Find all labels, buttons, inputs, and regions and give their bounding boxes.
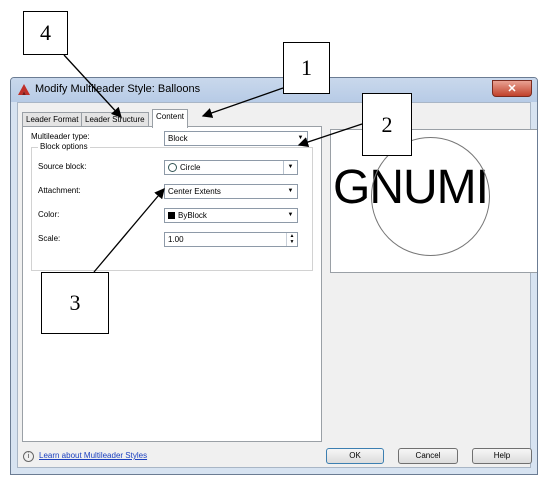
arrow-3: [93, 188, 165, 273]
arrow-2: [297, 123, 363, 148]
callout-arrows: [63, 54, 363, 273]
arrow-1: [201, 87, 284, 118]
callout-1: 1: [283, 42, 330, 94]
callout-3: 3: [41, 272, 109, 334]
arrow-4: [63, 54, 122, 118]
callout-2: 2: [362, 93, 412, 156]
callout-4: 4: [23, 11, 68, 55]
